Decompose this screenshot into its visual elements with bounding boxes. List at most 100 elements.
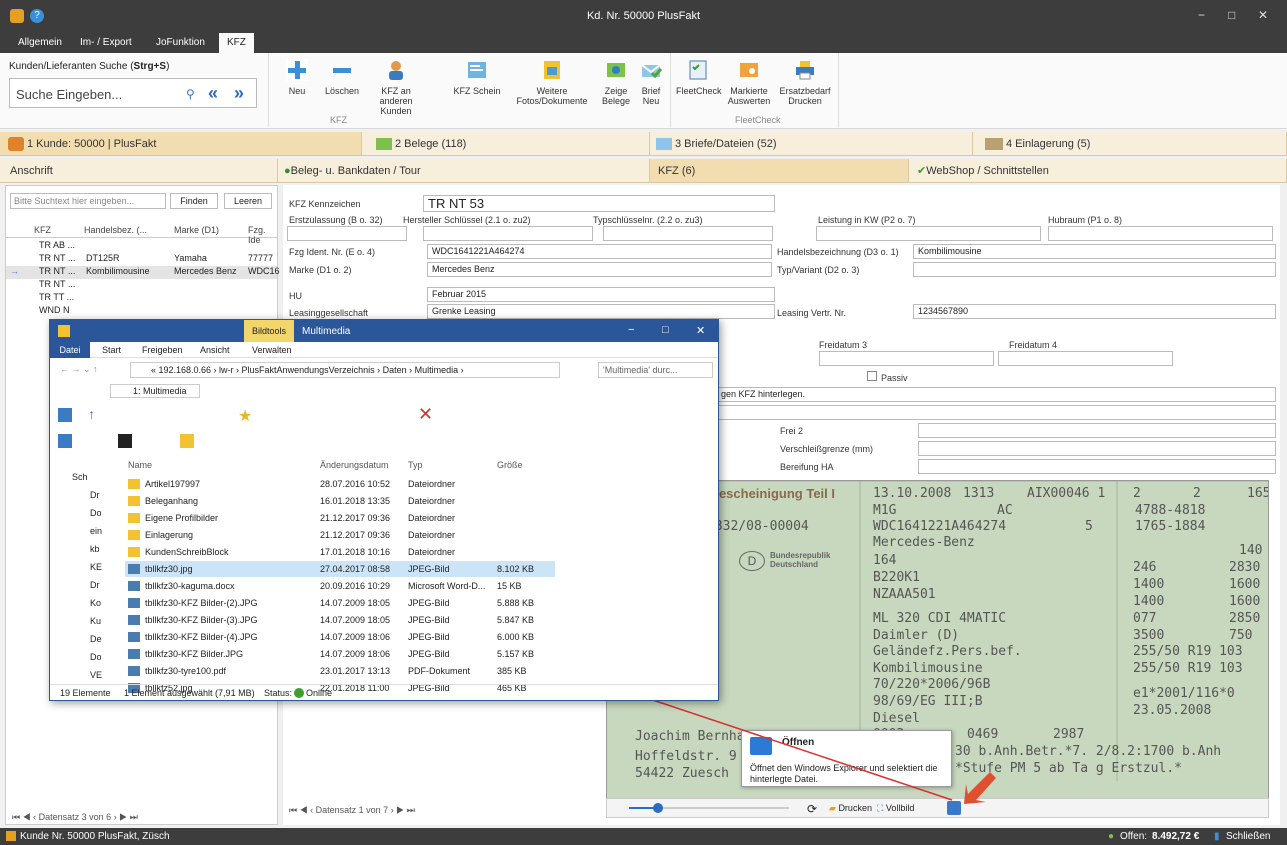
nav-item[interactable]: VE [90,670,102,680]
hersteller-input[interactable] [423,226,593,241]
leasing-vertr-input[interactable]: 1234567890 [913,304,1276,319]
typvariant-input[interactable] [913,262,1276,277]
terminal-icon[interactable] [118,434,132,448]
note-input[interactable]: gen KFZ hinterlegen. [716,387,1276,402]
address-bar[interactable]: « 192.168.0.66 › lw-r › PlusFaktAnwendun… [130,362,560,378]
customer-search-input[interactable]: Suche Eingeben... ⚲ « » [9,78,257,108]
minimize-button[interactable]: − [1198,8,1205,22]
table-row[interactable]: TR TT ... [6,292,277,305]
layout-icon[interactable] [58,434,72,448]
zoom-slider-handle[interactable] [653,803,663,813]
fzg-ident-input[interactable]: WDC1641221A464274 [427,244,772,259]
open-explorer-icon[interactable] [947,801,961,815]
file-row[interactable]: Beleganhang 16.01.2018 13:35 Dateiordner [125,493,555,509]
table-row[interactable]: TR NT ... [6,279,277,292]
file-row[interactable]: tbllkfz30-tyre100.pdf 23.01.2017 13:13 PDF… [125,663,555,679]
col-date[interactable]: Änderungsdatum [320,460,389,470]
file-row[interactable]: Artikel197997 28.07.2016 10:52 Dateiordner [125,476,555,492]
nav-item[interactable]: Ko [90,598,101,608]
file-row[interactable]: Eigene Profilbilder 21.12.2017 09:36 Datei… [125,510,555,526]
ersatzbedarf-drucken-button[interactable]: Ersatzbedarf Drucken [778,59,832,106]
col-type[interactable]: Typ [408,460,423,470]
nav-item[interactable]: Dr [90,580,100,590]
file-row[interactable]: Einlagerung 21.12.2017 09:36 Dateiordner [125,527,555,543]
explorer-maximize-button[interactable]: □ [662,324,669,336]
fleetcheck-button[interactable]: FleetCheck [676,59,722,96]
erstzulassung-input[interactable] [287,226,407,241]
weitere-fotos-button[interactable]: Weitere Fotos/Dokumente [510,59,594,106]
passiv-checkbox[interactable] [867,371,877,381]
file-row[interactable]: KundenSchreibBlock 17.01.2018 10:16 Dateio… [125,544,555,560]
view-icon[interactable] [58,408,72,422]
kfz-schein-button[interactable]: KFZ Schein [450,59,504,96]
maximize-button[interactable]: □ [1228,8,1235,22]
hubraum-input[interactable] [1048,226,1273,241]
neu-button[interactable]: Neu [280,59,314,96]
tab-kfz[interactable]: KFZ (6) [650,159,909,182]
tab-webshop[interactable]: ✔WebShop / Schnittstellen [909,159,1287,182]
markierte-auswerten-button[interactable]: Markierte Auswerten [726,59,772,106]
tab-datei[interactable]: Datei [50,342,90,358]
leeren-button[interactable]: Leeren [224,193,272,209]
up-icon[interactable]: ↑ [88,406,95,422]
brief-neu-button[interactable]: Brief Neu [638,59,664,106]
nav-item[interactable]: KE [90,562,102,572]
menu-jofunktion[interactable]: JoFunktion [148,33,213,53]
leasing-input[interactable]: Grenke Leasing [427,304,775,319]
kfz-search-input[interactable]: Bitte Suchtext hier eingeben... [10,193,166,209]
explorer-search-input[interactable]: 'Multimedia' durc... [598,362,713,378]
freidatum4-input[interactable] [998,351,1173,366]
menu-import-export[interactable]: Im- / Export [72,33,140,53]
print-button[interactable]: ▰ Drucken [829,803,872,814]
fullscreen-button[interactable]: ⛶ Vollbild [877,803,914,814]
finden-button[interactable]: Finden [170,193,218,209]
close-app-button[interactable]: Schließen [1226,831,1270,842]
tab-kunde[interactable]: 1 Kunde: 50000 | PlusFakt [0,132,362,155]
col-name[interactable]: Name [128,460,152,470]
nav-item[interactable]: Do [90,508,102,518]
nav-item[interactable]: Ku [90,616,101,626]
nav-item[interactable]: Sch [72,472,88,482]
kfz-other-customer-button[interactable]: KFZ an anderen Kunden [368,59,424,116]
back-forward-icon[interactable]: ← → ⌄ ↑ [60,364,98,375]
col-size[interactable]: Größe [497,460,523,470]
left-record-nav[interactable]: ⏮ ◀ ‹ Datensatz 3 von 6 › ▶ ⏭ [12,812,138,823]
file-row[interactable]: tbllkfz30-KFZ Bilder.JPG 14.07.2009 18:06… [125,646,555,662]
col-kfz[interactable]: KFZ [34,225,51,235]
folder-icon[interactable] [180,434,194,448]
tab-briefe[interactable]: 3 Briefe/Dateien (52) [650,132,973,155]
menu-allgemein[interactable]: Allgemein [10,33,70,53]
close-button[interactable]: ✕ [1258,8,1268,22]
tab-freigeben[interactable]: Freigeben [142,345,183,355]
tab-einlagerung[interactable]: 4 Einlagerung (5) [973,132,1287,155]
file-row[interactable]: tbllkfz30-kaguma.docx 20.09.2016 10:29 Mic… [125,578,555,594]
note2-input[interactable] [716,405,1276,420]
typschluessel-input[interactable] [603,226,773,241]
freidatum3-input[interactable] [819,351,994,366]
kennzeichen-input[interactable]: TR NT 53 [423,195,775,212]
star-icon[interactable]: ★ [238,406,252,426]
tab-ansicht[interactable]: Ansicht [200,345,230,355]
bildtools-tab[interactable]: Bildtools [244,320,294,342]
file-row[interactable]: tbllkfz30-KFZ Bilder-(2).JPG 14.07.2009 1… [125,595,555,611]
file-row[interactable]: tbllkfz30-KFZ Bilder-(3).JPG 14.07.2009 1… [125,612,555,628]
nav-item[interactable]: De [90,634,102,644]
col-marke[interactable]: Marke (D1) [174,225,219,235]
table-row-selected[interactable]: → TR NT ... Kombilimousine Mercedes Benz WDC… [6,266,280,279]
explorer-close-button[interactable]: ✕ [696,324,705,337]
table-row[interactable]: TR NT ... DT125R Yamaha 77777 [6,253,277,266]
file-row[interactable]: tbllkfz30-KFZ Bilder-(4).JPG 14.07.2009 1… [125,629,555,645]
tab-belege[interactable]: 2 Belege (118) [362,132,650,155]
table-row[interactable]: TR AB ... [6,240,277,253]
explorer-folder-tab[interactable]: 1: Multimedia [110,384,200,398]
nav-item[interactable]: kb [90,544,100,554]
marke-input[interactable]: Mercedes Benz [427,262,772,277]
nav-item[interactable]: Do [90,652,102,662]
tab-anschrift[interactable]: Anschrift [0,159,278,182]
explorer-minimize-button[interactable]: − [628,324,634,336]
col-handelsbez[interactable]: Handelsbez. (... [84,225,147,235]
next-icon[interactable]: » [234,83,244,104]
tab-start[interactable]: Start [102,345,121,355]
handelsbez-input[interactable]: Kombilimousine [913,244,1276,259]
search-icon[interactable]: ⚲ [186,87,195,101]
